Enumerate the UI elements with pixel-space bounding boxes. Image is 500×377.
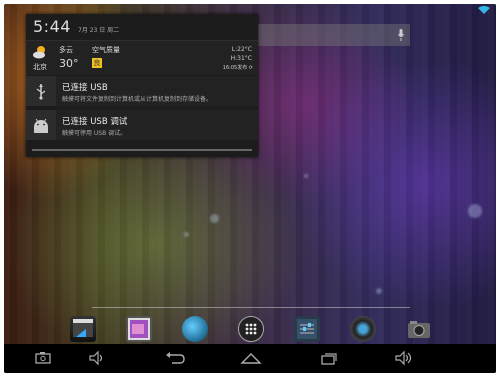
refresh-icon: ⟳: [248, 65, 253, 71]
notification-usb-debugging[interactable]: 已连接 USB 调试 触摸可停用 USB 调试。: [26, 110, 258, 140]
notification-text: 触摸可停用 USB 调试。: [62, 130, 127, 137]
tablet-screen: 5:44 7月 23 日 周二 北京 多云 30° 空气质量 良 L:22°C …: [4, 4, 496, 373]
notification-text: 触摸可将文件复制到计算机或从计算机复制到存储设备。: [62, 96, 213, 103]
settings-app-icon[interactable]: [294, 316, 320, 342]
browser-app-icon[interactable]: [182, 316, 208, 342]
weather-city: 北京: [33, 63, 47, 71]
volume-up-icon[interactable]: [394, 350, 412, 366]
microphone-icon[interactable]: [398, 29, 404, 41]
wifi-icon: [478, 6, 490, 14]
recent-apps-icon[interactable]: [320, 350, 338, 366]
panel-drag-handle[interactable]: [32, 149, 252, 151]
notification-title: 已连接 USB: [62, 83, 108, 93]
home-icon[interactable]: [240, 350, 262, 366]
clock: 5:44: [33, 17, 71, 36]
weather-temperature: 30°: [59, 57, 79, 70]
navigation-bar: [4, 344, 496, 373]
weather-condition: 多云: [59, 46, 73, 54]
home-screen-wallpaper: 5:44 7月 23 日 周二 北京 多云 30° 空气质量 良 L:22°C …: [4, 4, 496, 344]
dock-divider: [92, 307, 410, 308]
search-bar[interactable]: [258, 24, 410, 46]
notification-panel: 5:44 7月 23 日 周二 北京 多云 30° 空气质量 良 L:22°C …: [26, 14, 258, 157]
back-icon[interactable]: [164, 350, 186, 366]
air-quality-badge: 良: [92, 58, 102, 68]
notification-title: 已连接 USB 调试: [62, 117, 128, 127]
camera-app-icon[interactable]: [406, 316, 432, 342]
gallery-app-icon[interactable]: [126, 316, 152, 342]
clock-row: 5:44 7月 23 日 周二: [26, 14, 258, 41]
music-app-icon[interactable]: [350, 316, 376, 342]
video-editor-app-icon[interactable]: [70, 316, 96, 342]
air-quality-label: 空气质量: [92, 46, 120, 54]
usb-icon: [36, 84, 46, 100]
weather-updated: 16:05发布 ⟳: [222, 65, 253, 71]
weather-widget[interactable]: 北京 多云 30° 空气质量 良 L:22°C H:31°C 16:05发布 ⟳: [26, 41, 258, 75]
date: 7月 23 日 周二: [78, 27, 120, 34]
volume-down-icon[interactable]: [88, 350, 106, 366]
app-launcher-icon[interactable]: [238, 316, 264, 342]
notification-usb-connected[interactable]: 已连接 USB 触摸可将文件复制到计算机或从计算机复制到存储设备。: [26, 76, 258, 106]
temperature-low: L:22°C: [231, 46, 252, 53]
screenshot-icon[interactable]: [34, 350, 52, 366]
android-icon: [34, 118, 48, 133]
dock: [4, 316, 496, 344]
temperature-high: H:31°C: [230, 55, 252, 62]
partly-cloudy-icon: [33, 46, 45, 59]
